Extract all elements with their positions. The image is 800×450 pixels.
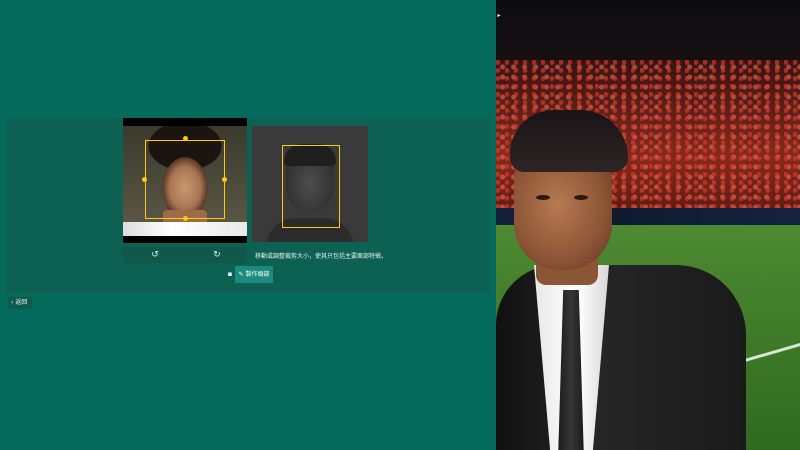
crop-handle-top[interactable]	[183, 136, 188, 141]
rotate-right-icon[interactable]: ↻	[211, 249, 223, 261]
manager-eye-right	[574, 195, 588, 200]
instruction-text: 移動或調整裁剪大小，使其只包括主要面部特徵。	[255, 253, 388, 260]
panel-toggle-icon[interactable]: ▸	[494, 11, 504, 21]
crop-handle-bottom[interactable]	[183, 216, 188, 221]
manager-suit	[496, 265, 746, 450]
back-label: 返回	[15, 299, 28, 306]
pencil-icon: ✎	[238, 271, 244, 278]
back-icon: ‹	[11, 299, 14, 306]
make-face-label: 製作頭部	[245, 271, 270, 278]
manager-hair	[510, 110, 628, 172]
preview-frame	[282, 145, 340, 228]
crop-handle-left[interactable]	[142, 177, 147, 182]
photo-controls-bar: ↺ ↻	[123, 247, 247, 263]
photo-collar	[123, 222, 247, 236]
manager-3d-scene	[496, 0, 800, 450]
rotate-left-icon[interactable]: ↺	[149, 249, 161, 261]
crop-handle-right[interactable]	[222, 177, 227, 182]
manager-model	[496, 105, 756, 450]
manager-eye-left	[536, 195, 550, 200]
back-button[interactable]: ‹ 返回	[8, 297, 32, 309]
make-face-button[interactable]: ✎ 製作頭部	[235, 266, 273, 283]
folder-icon[interactable]: ▪	[225, 268, 235, 280]
crop-frame[interactable]	[145, 140, 225, 219]
